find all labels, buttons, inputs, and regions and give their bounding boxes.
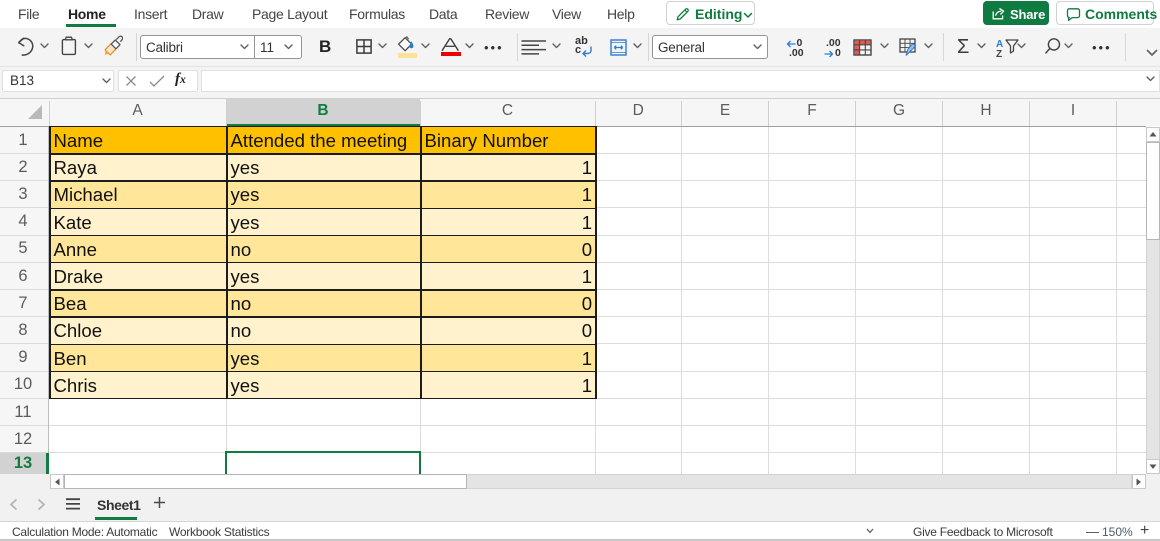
- svg-text:Z: Z: [996, 49, 1002, 58]
